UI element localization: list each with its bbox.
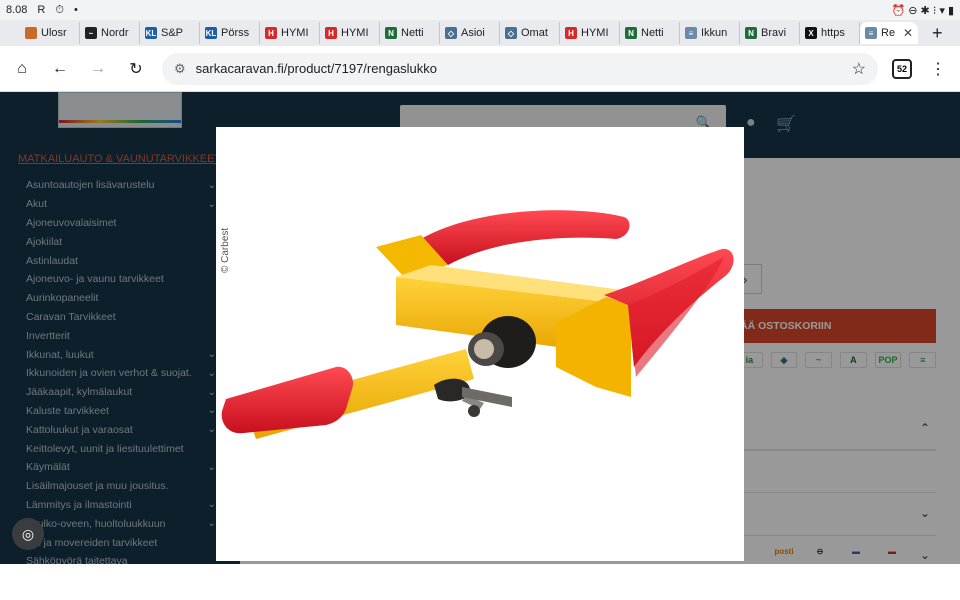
system-navigation-area [0,564,960,600]
tab-label: HYMI [341,27,369,39]
url-text[interactable]: sarkacaravan.fi/product/7197/rengaslukko [196,61,437,76]
tab-label: Omat [521,27,548,39]
status-system-icons: ⏰ ⊖ ✱ ⁝ ▾ ▮ [891,4,954,17]
tab[interactable]: Ulosr [20,22,80,44]
tab-favicon-icon: ◇ [505,27,517,39]
home-icon[interactable]: ⌂ [10,57,34,81]
tab[interactable]: KL S&P [140,22,200,44]
tab[interactable]: H HYMI [320,22,380,44]
tab[interactable]: N Netti [380,22,440,44]
system-status-bar: 8.08 R ⏱ • ⏰ ⊖ ✱ ⁝ ▾ ▮ [0,0,960,20]
image-credit: © Carbest [220,219,232,279]
tab[interactable]: ≡ Ikkun [680,22,740,44]
tab[interactable]: ◇ Omat [500,22,560,44]
tab-label: Ulosr [41,27,67,39]
tab-label: https [821,27,845,39]
reload-icon[interactable]: ↻ [124,57,148,81]
status-timer-icon: ⏱ [55,3,64,16]
close-tab-icon[interactable]: ✕ [903,26,913,40]
address-bar[interactable]: ⚙ sarkacaravan.fi/product/7197/rengasluk… [162,52,878,85]
tab[interactable]: KL Pörss [200,22,260,44]
tab-label: Nordr [101,27,129,39]
browser-toolbar: ⌂ ← → ↻ ⚙ sarkacaravan.fi/product/7197/r… [0,46,960,92]
tab-label: Asioi [461,27,485,39]
site-settings-icon[interactable]: ⚙ [174,61,186,77]
back-icon[interactable]: ← [48,57,72,81]
tab-favicon-icon: ~ [85,27,97,39]
tab-favicon-icon: H [565,27,577,39]
tab-label: Netti [401,27,424,39]
tab-favicon-icon: X [805,27,817,39]
tab-favicon-icon: N [385,27,397,39]
tab-label: Netti [641,27,664,39]
new-tab-button[interactable]: + [932,23,943,44]
image-credit-text: © Carbest [220,227,231,273]
tab-favicon-icon: ≡ [865,27,877,39]
status-dot-icon: • [73,4,78,16]
status-time: 8.08 [6,4,28,16]
image-lightbox[interactable]: © Carbest [216,127,744,561]
tab-active[interactable]: ≡ Re ✕ [860,22,918,44]
menu-icon[interactable]: ⋮ [926,57,950,81]
tab-favicon-icon: N [625,27,637,39]
tab-favicon-icon: ◇ [445,27,457,39]
tab[interactable]: ◇ Asioi [440,22,500,44]
tab[interactable]: H HYMI [260,22,320,44]
wheel-clamp-lock-image [221,210,734,439]
tab-favicon-icon: ≡ [685,27,697,39]
bookmark-star-icon[interactable]: ☆ [852,59,866,79]
tab-label: Re [881,27,896,39]
tab[interactable]: N Bravi [740,22,800,44]
tab[interactable]: Xhttps [800,22,860,44]
tab-label: HYMI [281,27,309,39]
status-notification-icon: R [37,4,46,16]
web-page: MATKAILUAUTO & VAUNUTARVIKKEET⌃ Asuntoau… [0,92,960,564]
tab-label: Ikkun [701,27,728,39]
tab[interactable]: H HYMI [560,22,620,44]
forward-icon[interactable]: → [86,57,110,81]
tab-favicon-icon: KL [205,27,217,39]
tab-label: S&P [161,27,184,39]
tab-favicon-icon: N [745,27,757,39]
tab-favicon-icon: H [325,27,337,39]
tab-count-button[interactable]: 52 [892,58,912,79]
tab-favicon-icon: H [265,27,277,39]
tab-favicon-icon: KL [145,27,157,39]
fingerprint-icon[interactable]: ◎ [12,518,44,550]
tab-label: Pörss [221,27,250,39]
tab-label: Bravi [761,27,787,39]
tab[interactable]: ~ Nordr [80,22,140,44]
tab-strip: Ulosr ~ Nordr KL S&P KL Pörss H HYMI H HYMI N Netti ◇… [0,20,960,46]
tab-favicon-icon [25,27,37,39]
tab-label: HYMI [581,27,609,39]
tab[interactable]: N Netti [620,22,680,44]
